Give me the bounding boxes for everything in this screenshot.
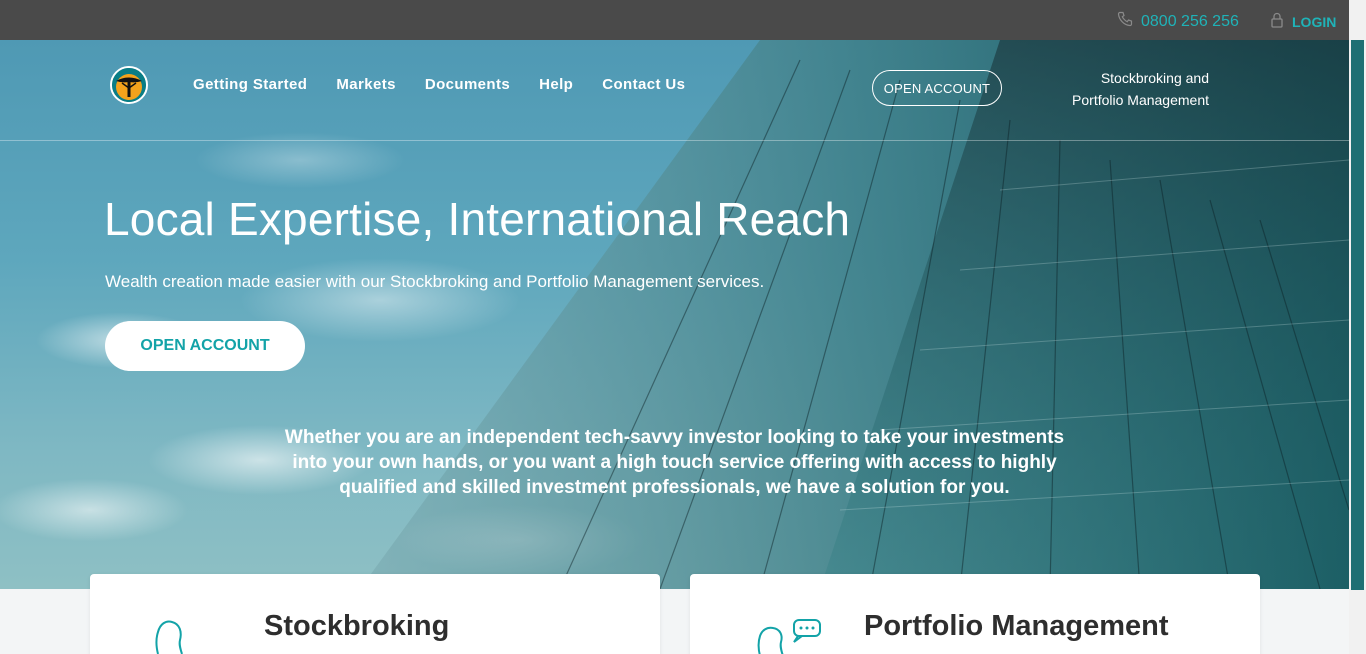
- phone-link[interactable]: 0800 256 256: [1117, 11, 1239, 32]
- main-nav: Getting Started Markets Documents Help C…: [193, 76, 685, 93]
- person-icon: [150, 616, 190, 654]
- login-link[interactable]: LOGIN: [1270, 12, 1336, 31]
- hero-lead-text: Whether you are an independent tech-savv…: [284, 427, 1065, 498]
- header-divider: [0, 140, 1349, 141]
- tree-logo-icon[interactable]: [110, 66, 148, 104]
- hero-section: Getting Started Markets Documents Help C…: [0, 40, 1349, 589]
- stockbroking-title: Stockbroking: [264, 610, 450, 642]
- hero-title: Local Expertise, International Reach: [104, 193, 851, 245]
- header-open-account-button[interactable]: OPEN ACCOUNT: [872, 70, 1002, 106]
- portfolio-management-card[interactable]: Portfolio Management: [690, 574, 1260, 654]
- tagline-line2: Portfolio Management: [1072, 92, 1209, 108]
- nav-documents[interactable]: Documents: [425, 76, 510, 93]
- hero-open-account-button[interactable]: OPEN ACCOUNT: [105, 321, 305, 371]
- nav-markets[interactable]: Markets: [336, 76, 396, 93]
- stockbroking-card[interactable]: Stockbroking: [90, 574, 660, 654]
- page-scrollbar[interactable]: [1349, 0, 1366, 654]
- scrollbar-thumb[interactable]: [1351, 40, 1364, 590]
- header-tagline: Stockbroking and Portfolio Management: [1030, 67, 1209, 111]
- phone-number: 0800 256 256: [1141, 12, 1239, 30]
- nav-getting-started[interactable]: Getting Started: [193, 76, 307, 93]
- nav-help[interactable]: Help: [539, 76, 573, 93]
- person-chat-icon: [756, 618, 822, 654]
- nav-contact-us[interactable]: Contact Us: [602, 76, 685, 93]
- hero-subtitle: Wealth creation made easier with our Sto…: [105, 272, 765, 291]
- lock-icon: [1270, 12, 1284, 31]
- building-background: [360, 40, 1349, 589]
- utility-bar: 0800 256 256 LOGIN: [0, 0, 1349, 40]
- login-label: LOGIN: [1292, 13, 1337, 30]
- phone-icon: [1117, 11, 1133, 32]
- portfolio-management-title: Portfolio Management: [864, 610, 1169, 642]
- tagline-line1: Stockbroking and: [1100, 70, 1209, 86]
